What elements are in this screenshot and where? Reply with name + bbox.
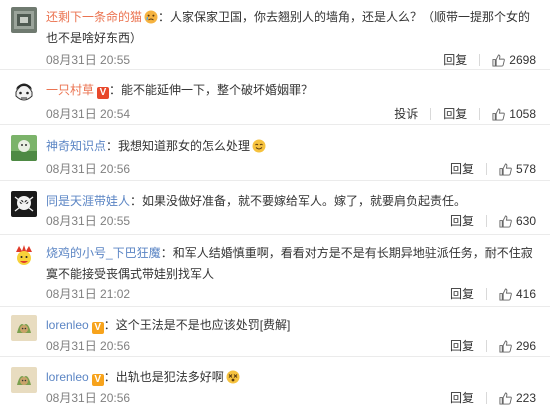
thumbs-up-icon [499,339,512,353]
comment-separator: ： [158,10,171,24]
thumbs-up-icon [499,162,512,176]
comment-actions: 回复 2698 [443,52,536,68]
avatar[interactable] [11,243,37,269]
action-divider [485,215,487,227]
reply-button[interactable]: 回复 [450,213,474,229]
comment-body: 出轨也是犯法多好啊 [115,370,224,384]
comment-item: 神奇知识点：我想知道那女的怎么处理 08月31日 20:56 回复 578 [0,125,550,181]
avatar[interactable] [11,7,37,33]
reply-button[interactable]: 回复 [443,52,467,68]
reply-button[interactable]: 回复 [450,390,474,406]
action-divider [479,108,481,120]
action-divider [485,392,487,404]
comment-item: lorenleo V ：这个王法是不是也应该处罚[费解] 08月31日 20:56 … [0,307,550,357]
action-divider [485,163,487,175]
like-button[interactable]: 223 [499,390,536,406]
comment-time: 08月31日 20:56 [46,391,131,405]
like-button[interactable]: 2698 [492,52,536,68]
smiling-face-icon [252,139,266,153]
comment-body: 能不能延伸一下，整个破坏婚姻罪？ [121,83,314,97]
like-count: 296 [515,339,536,353]
action-divider [479,54,481,66]
username-link[interactable]: 神奇知识点 [46,139,106,153]
like-count: 2698 [509,53,536,67]
comment-time: 08月31日 20:56 [46,162,131,176]
avatar[interactable] [11,367,37,393]
avatar[interactable] [11,80,37,106]
avatar[interactable] [11,191,37,217]
comment-text: 神奇知识点：我想知道那女的怎么处理 [46,136,536,157]
comment-separator: ： [109,83,122,97]
thumbs-up-icon [492,107,506,121]
dizzy-face-icon [226,370,240,384]
like-count: 578 [515,162,536,176]
like-count: 630 [515,214,536,228]
like-button[interactable]: 296 [499,338,536,354]
comment-list: 还剩下一条命的猫 ：人家保家卫国，你去翘别人的墙角，还是人么？（顺带一提那个女的也… [0,0,550,406]
comment-text: 还剩下一条命的猫 ：人家保家卫国，你去翘别人的墙角，还是人么？（顺带一提那个女的也… [46,7,536,49]
like-button[interactable]: 578 [499,161,536,177]
username-link[interactable]: 还剩下一条命的猫 [46,10,142,24]
comment-separator: ： [103,370,116,384]
verified-badge: V [91,374,104,386]
action-divider [485,288,487,300]
comment-separator: ： [130,194,143,208]
thumbs-up-icon [492,53,506,67]
like-count: 416 [515,287,536,301]
verified-badge: V [97,87,110,99]
username-link[interactable]: 烧鸡的小号_下巴狂魔 [46,246,161,260]
comment-text: 烧鸡的小号_下巴狂魔：和军人结婚慎重啊，看看对方是不是有长期异地驻派任务，耐不住… [46,243,536,285]
action-divider [485,340,487,352]
crying-face-icon [144,10,158,24]
comment-separator: ： [160,246,173,260]
username-link[interactable]: 一只村草 [46,83,94,97]
comment-text: 同是天涯带娃人：如果没做好准备，就不要嫁给军人。嫁了，就要肩负起责任。 [46,191,536,212]
comment-item: 一只村草 V ：能不能延伸一下，整个破坏婚姻罪？ 08月31日 20:54 投诉 回… [0,70,550,125]
like-button[interactable]: 416 [499,286,536,302]
reply-button[interactable]: 回复 [450,161,474,177]
comment-text: lorenleo V ：出轨也是犯法多好啊 [46,367,536,388]
comment-item: 同是天涯带娃人：如果没做好准备，就不要嫁给军人。嫁了，就要肩负起责任。 08月3… [0,181,550,235]
comment-body: 如果没做好准备，就不要嫁给军人。嫁了，就要肩负起责任。 [142,194,467,208]
comment-body: 这个王法是不是也应该处罚[费解] [115,318,291,332]
username-link[interactable]: lorenleo [46,370,89,384]
avatar[interactable] [11,135,37,161]
comment-body: 我想知道那女的怎么处理 [118,139,251,153]
username-link[interactable]: lorenleo [46,318,89,332]
thumbs-up-icon [499,287,512,301]
comment-actions: 回复 630 [450,213,536,229]
thumbs-up-icon [499,214,512,228]
comment-item: 烧鸡的小号_下巴狂魔：和军人结婚慎重啊，看看对方是不是有长期异地驻派任务，耐不住… [0,235,550,307]
comment-time: 08月31日 20:54 [46,107,131,121]
reply-button[interactable]: 回复 [443,106,467,122]
comment-actions: 回复 416 [450,286,536,302]
comment-text: 一只村草 V ：能不能延伸一下，整个破坏婚姻罪？ [46,80,536,101]
reply-button[interactable]: 回复 [450,338,474,354]
username-link[interactable]: 同是天涯带娃人 [46,194,130,208]
comment-separator: ： [103,318,116,332]
comment-item: lorenleo V ：出轨也是犯法多好啊 08月31日 20:56 回复 223 [0,357,550,406]
comment-time: 08月31日 20:56 [46,339,131,353]
like-count: 1058 [509,107,536,121]
action-divider [430,108,432,120]
comment-text: lorenleo V ：这个王法是不是也应该处罚[费解] [46,315,536,336]
like-count: 223 [515,391,536,405]
verified-badge: V [91,322,104,334]
comment-time: 08月31日 20:55 [46,214,131,228]
like-button[interactable]: 1058 [492,106,536,122]
comment-actions: 回复 223 [450,390,536,406]
comment-time: 08月31日 21:02 [46,287,131,301]
reply-button[interactable]: 回复 [450,286,474,302]
comment-actions: 投诉 回复 1058 [394,106,536,122]
like-button[interactable]: 630 [499,213,536,229]
comment-actions: 回复 578 [450,161,536,177]
comment-actions: 回复 296 [450,338,536,354]
comment-time: 08月31日 20:55 [46,53,131,67]
comment-item: 还剩下一条命的猫 ：人家保家卫国，你去翘别人的墙角，还是人么？（顺带一提那个女的也… [0,0,550,70]
thumbs-up-icon [499,391,512,405]
avatar[interactable] [11,315,37,341]
report-button[interactable]: 投诉 [394,106,418,122]
comment-separator: ： [106,139,119,153]
